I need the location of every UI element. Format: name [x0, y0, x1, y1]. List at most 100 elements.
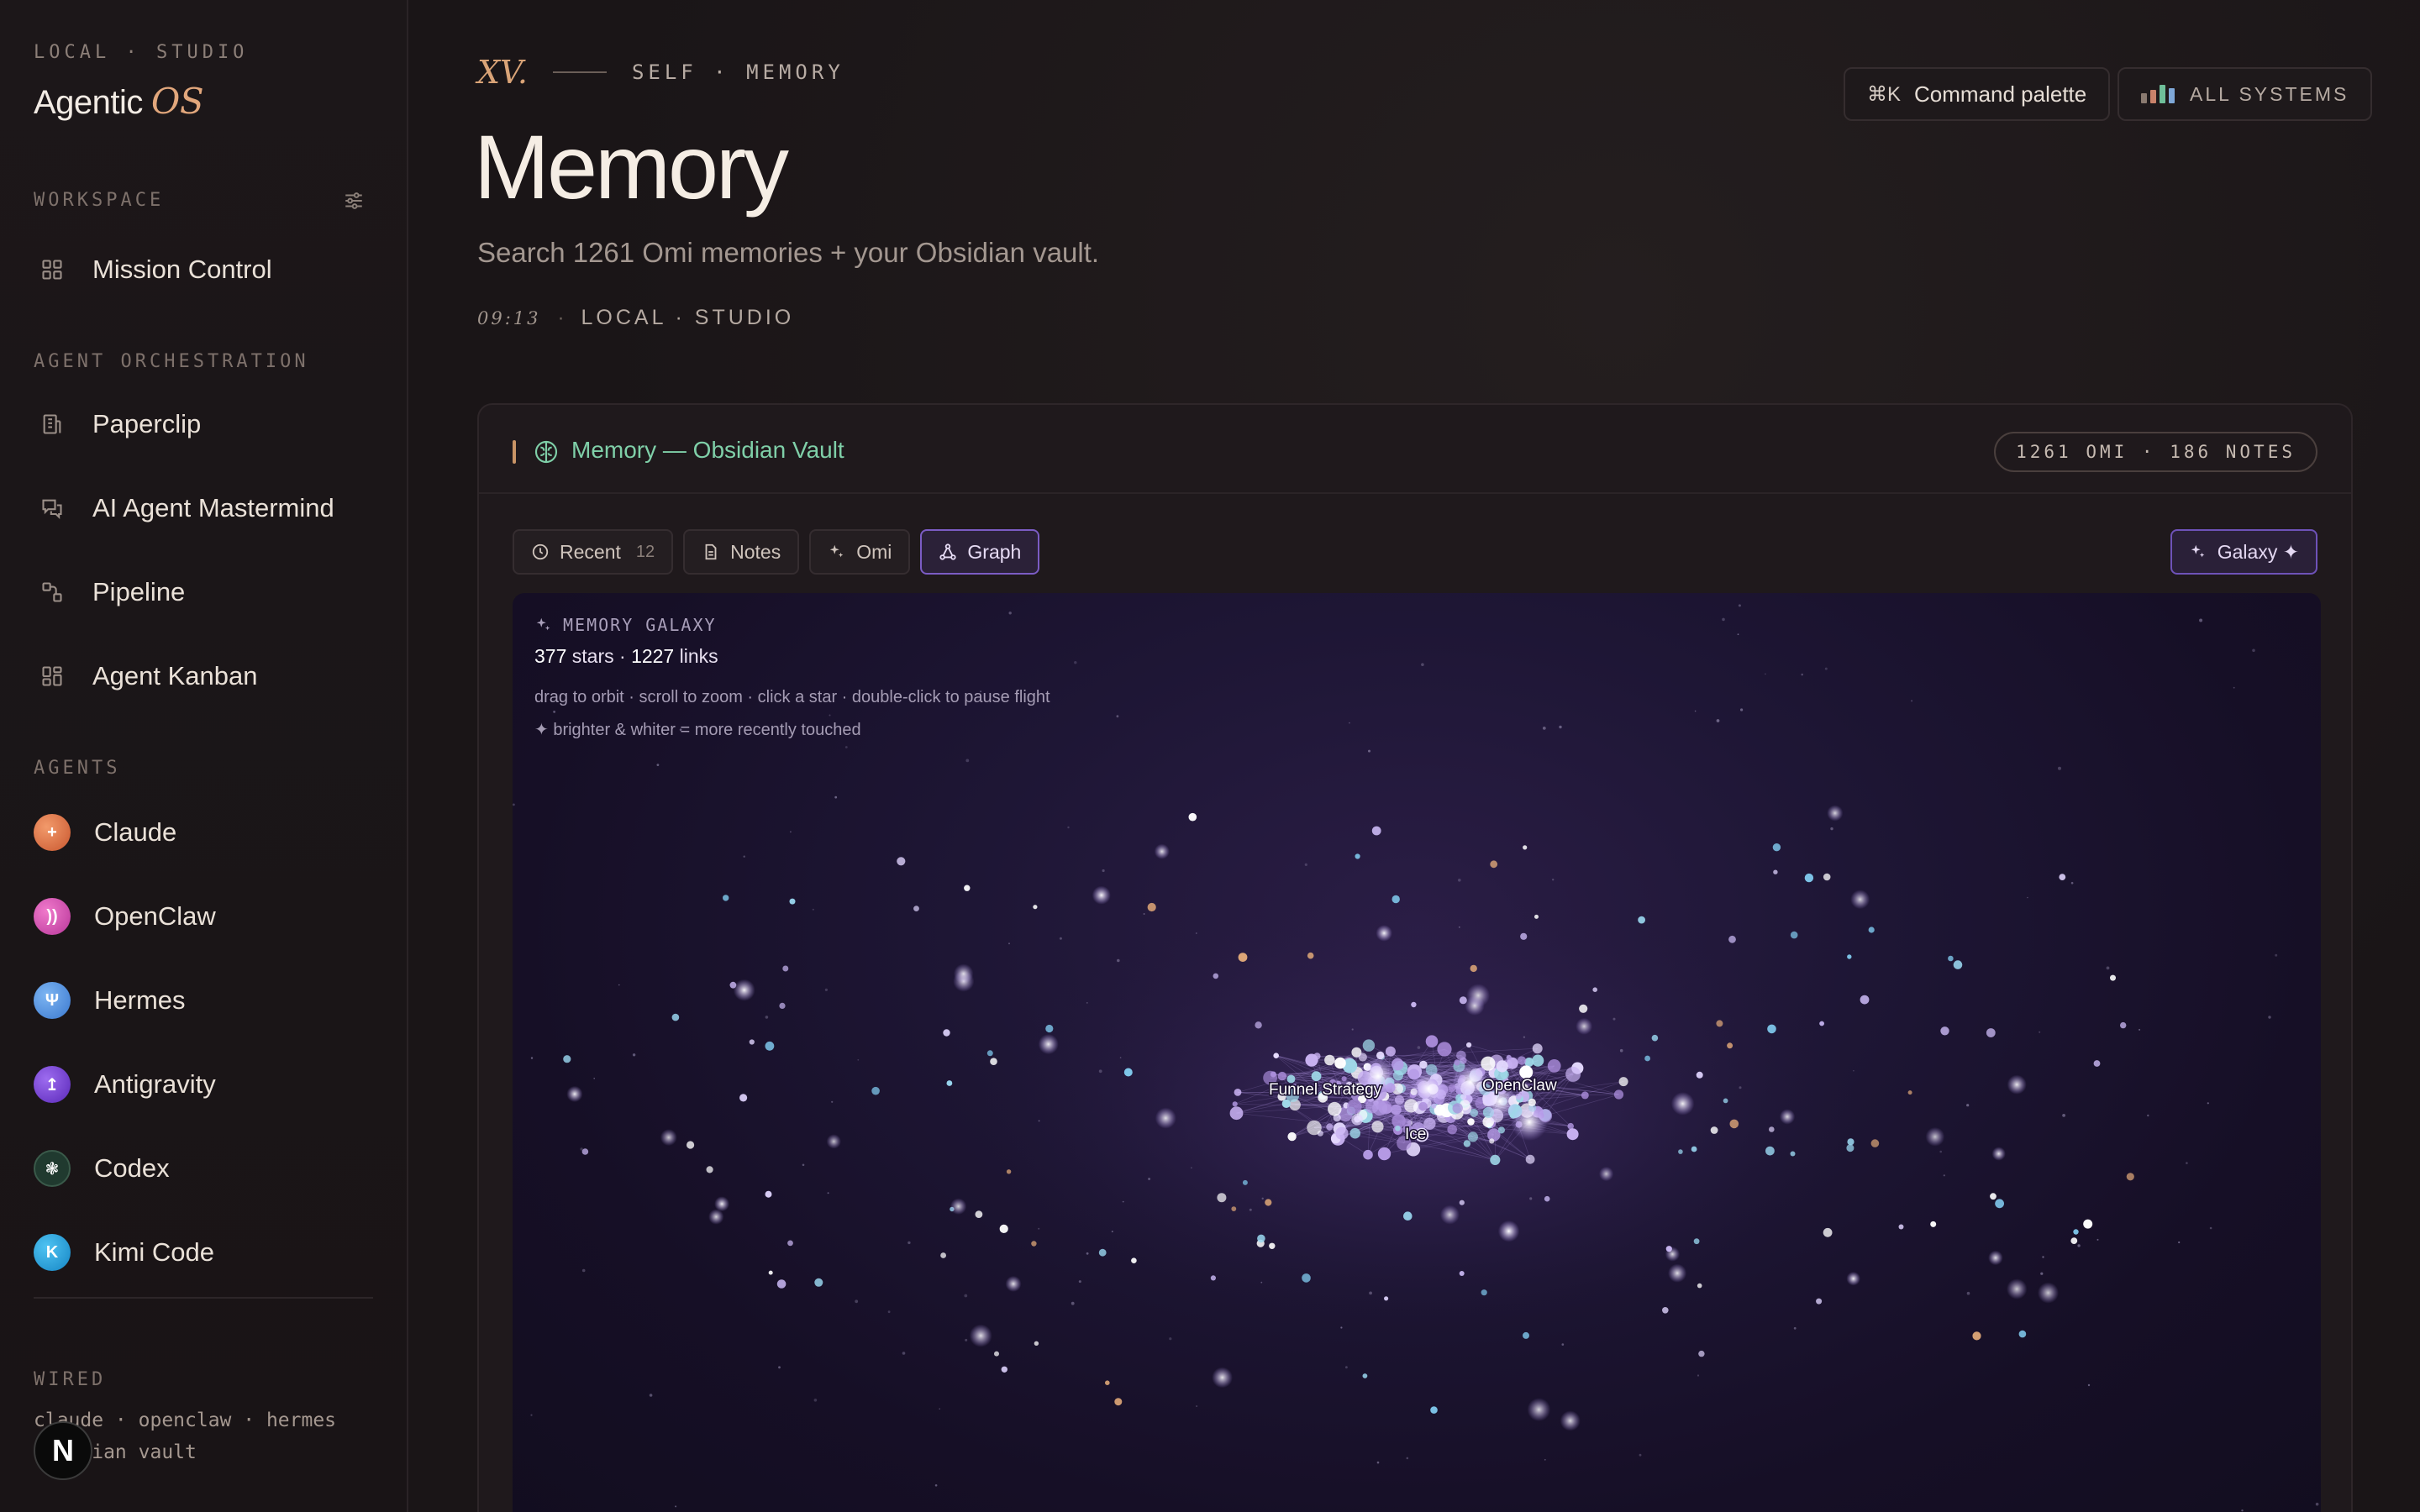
galaxy-star: [1351, 1113, 1363, 1126]
sidebar-agent-hermes[interactable]: Ψ Hermes: [34, 971, 381, 1030]
galaxy-star: [1459, 996, 1467, 1005]
galaxy-star: [1816, 1298, 1823, 1305]
background-dust: [1368, 749, 1370, 753]
background-dust: [2096, 1238, 2099, 1241]
galaxy-star: [1392, 895, 1400, 904]
galaxy-star: [1213, 973, 1219, 979]
galaxy-star: [1497, 1126, 1505, 1134]
sidebar-divider: [34, 1297, 373, 1299]
galaxy-star: [1560, 1410, 1581, 1431]
sidebar-agent-antigravity[interactable]: ↥ Antigravity: [34, 1055, 381, 1114]
main-content: XV. SELF · MEMORY Memory Search 1261 Omi…: [410, 0, 2420, 1512]
sidebar-agent-kimi-code[interactable]: K Kimi Code: [34, 1223, 381, 1282]
galaxy-star: [1696, 1071, 1703, 1079]
galaxy-star: [953, 963, 974, 984]
galaxy-star: [782, 965, 789, 972]
command-palette-button[interactable]: ⌘K Command palette: [1844, 67, 2111, 121]
sidebar-item-mission-control[interactable]: Mission Control: [37, 240, 381, 299]
background-dust: [2077, 1244, 2081, 1247]
sidebar-agent-claude[interactable]: + Claude: [34, 803, 381, 862]
tab-omi[interactable]: Omi: [809, 529, 911, 575]
background-dust: [2139, 1028, 2141, 1031]
background-dust: [2147, 1114, 2149, 1117]
sidebar-item-paperclip[interactable]: Paperclip: [37, 395, 381, 454]
background-dust: [965, 759, 970, 763]
tab-notes[interactable]: Notes: [683, 529, 800, 575]
background-dust: [2252, 648, 2255, 653]
galaxy-star: [1114, 1398, 1123, 1406]
background-dust: [1417, 1046, 1421, 1049]
tune-icon[interactable]: [343, 190, 365, 212]
background-dust: [1304, 863, 1307, 866]
galaxy-star: [1131, 1257, 1137, 1263]
galaxy-star: [1305, 1053, 1318, 1067]
galaxy-star: [1212, 1367, 1233, 1389]
section-agents: AGENTS: [34, 758, 121, 779]
sidebar-item-ai-agent-mastermind[interactable]: AI Agent Mastermind: [37, 479, 381, 538]
galaxy-star-highlight: [1511, 1104, 1548, 1141]
background-dust: [855, 1299, 859, 1304]
galaxy-star: [1419, 1060, 1428, 1069]
sidebar-agent-openclaw[interactable]: )) OpenClaw: [34, 887, 381, 946]
background-dust: [1966, 1104, 1970, 1107]
galaxy-star: [1269, 1242, 1276, 1249]
galaxy-star: [1092, 885, 1111, 905]
galaxy-star: [1710, 1126, 1718, 1134]
background-dust: [2209, 1226, 2212, 1230]
sidebar-item-pipeline[interactable]: Pipeline: [37, 563, 381, 622]
background-dust: [1071, 1301, 1075, 1305]
galaxy-star: [733, 979, 755, 1001]
galaxy-star: [1437, 1042, 1452, 1057]
background-dust: [902, 1352, 906, 1355]
page-meta: 09:13 · LOCAL · STUDIO: [477, 306, 795, 329]
all-systems-button[interactable]: ALL SYSTEMS: [2118, 67, 2373, 121]
galaxy-star: [2126, 1173, 2134, 1181]
galaxy-star: [1447, 1124, 1457, 1135]
background-dust: [1086, 1252, 1089, 1255]
section-orchestration: AGENT ORCHESTRATION: [34, 351, 309, 372]
galaxy-star: [1377, 1147, 1392, 1161]
galaxy-star: [990, 1058, 997, 1065]
background-dust: [1376, 1461, 1380, 1464]
sidebar-agent-label: Kimi Code: [94, 1237, 214, 1267]
sidebar-agent-label: Codex: [94, 1153, 170, 1183]
background-dust: [1612, 1017, 1616, 1021]
background-dust: [1765, 673, 1766, 675]
brand-name: Agentic: [34, 84, 143, 121]
galaxy-star: [1765, 1146, 1775, 1156]
tab-graph[interactable]: Graph: [920, 529, 1040, 575]
galaxy-star: [2018, 1330, 2027, 1338]
sparkles-icon: [2191, 544, 2205, 558]
galaxy-star: [1324, 1054, 1335, 1066]
memory-galaxy-canvas[interactable]: Funnel Strategy OpenClaw Ice MEMORY GALA…: [513, 593, 2321, 1512]
galaxy-star: [1307, 952, 1314, 959]
background-dust: [1737, 633, 1739, 636]
galaxy-star: [1326, 1123, 1334, 1131]
sidebar-item-agent-kanban[interactable]: Agent Kanban: [37, 647, 381, 706]
galaxy-star: [1467, 1131, 1478, 1142]
next-badge[interactable]: N: [34, 1421, 92, 1480]
sidebar-agent-codex[interactable]: ❃ Codex: [34, 1139, 381, 1198]
galaxy-star: [2120, 1021, 2127, 1029]
brand-logo[interactable]: Agentic OS: [34, 81, 204, 122]
background-dust: [2087, 1383, 2091, 1387]
galaxy-star: [1846, 1271, 1860, 1286]
galaxy-star: [1001, 1366, 1007, 1373]
background-dust: [1830, 827, 1833, 831]
galaxy-star: [660, 1129, 677, 1147]
background-dust: [887, 1310, 891, 1314]
page-subtitle: Search 1261 Omi memories + your Obsidian…: [477, 237, 1100, 268]
galaxy-star: [1470, 1108, 1479, 1117]
galaxy-star: [1006, 1169, 1012, 1174]
galaxy-star: [1532, 1043, 1543, 1054]
tab-recent[interactable]: Recent 12: [513, 529, 674, 575]
stars-label: stars: [571, 645, 614, 667]
memory-panel: Memory — Obsidian Vault 1261 OMI · 186 N…: [477, 403, 2353, 1512]
section-numeral: XV.: [477, 54, 528, 91]
galaxy-star: [1466, 984, 1491, 1007]
clock-icon: [532, 543, 549, 560]
galaxy-star: [739, 1094, 748, 1102]
galaxy-star: [1520, 932, 1528, 940]
galaxy-star: [1565, 1066, 1581, 1082]
galaxy-view-button[interactable]: Galaxy ✦: [2170, 529, 2317, 575]
